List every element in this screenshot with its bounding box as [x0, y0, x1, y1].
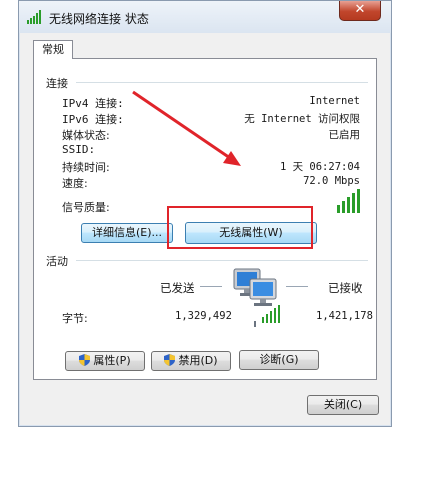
close-button[interactable]: 关闭(C) — [307, 395, 379, 415]
ipv4-value: Internet — [309, 95, 360, 107]
duration-value: 1 天 06:27:04 — [279, 161, 360, 173]
ssid-label: SSID: — [62, 143, 96, 156]
properties-button[interactable]: 属性(P) — [65, 351, 145, 371]
connection-divider — [76, 82, 368, 83]
diagnose-button[interactable]: 诊断(G) — [239, 350, 319, 370]
ipv6-label: IPv6 连接: — [62, 113, 124, 126]
sent-line — [200, 286, 222, 287]
annotation-highlight-box — [167, 206, 313, 249]
media-state-value: 已启用 — [328, 129, 361, 141]
bytes-sent-value: 1,329,492 — [175, 310, 232, 322]
window-close-button[interactable]: ✕ — [339, 1, 381, 21]
bytes-received-value: 1,421,178 — [316, 310, 373, 322]
sent-label: 已发送 — [160, 281, 195, 295]
properties-label: 属性(P) — [93, 354, 131, 367]
signal-quality-label: 信号质量: — [62, 201, 110, 214]
media-state-label: 媒体状态: — [62, 129, 110, 142]
wireless-signal-icon — [27, 10, 41, 24]
tab-general[interactable]: 常规 — [33, 40, 73, 59]
received-line — [286, 286, 308, 287]
activity-section-title: 活动 — [46, 255, 68, 268]
disable-button[interactable]: 禁用(D) — [151, 351, 231, 371]
speed-label: 速度: — [62, 177, 88, 190]
network-computers-icon — [233, 268, 280, 327]
title-bar[interactable]: 无线网络连接 状态 ✕ — [19, 1, 391, 33]
details-button[interactable]: 详细信息(E)... — [81, 223, 173, 243]
bytes-label: 字节: — [62, 312, 88, 325]
uac-shield-icon — [164, 354, 176, 366]
uac-shield-icon — [79, 354, 91, 366]
signal-strength-icon — [337, 189, 360, 213]
speed-value: 72.0 Mbps — [303, 175, 360, 187]
connection-section-title: 连接 — [46, 77, 68, 90]
window-title: 无线网络连接 状态 — [49, 12, 149, 26]
duration-label: 持续时间: — [62, 161, 110, 174]
ipv4-label: IPv4 连接: — [62, 97, 124, 110]
received-label: 已接收 — [328, 281, 363, 295]
activity-divider — [76, 260, 368, 261]
ipv6-value: 无 Internet 访问权限 — [244, 113, 360, 125]
disable-label: 禁用(D) — [178, 354, 218, 367]
